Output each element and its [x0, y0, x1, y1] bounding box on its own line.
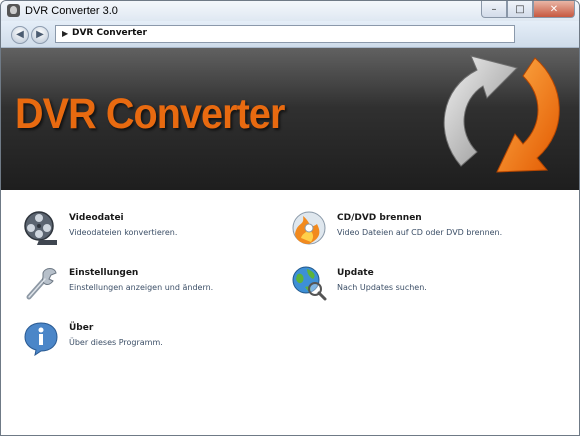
banner-title: DVR Converter: [15, 90, 285, 138]
navigation-bar: ◀ ▶ ▶ DVR Converter: [1, 21, 579, 48]
forward-button[interactable]: ▶: [31, 26, 49, 44]
burn-disc-icon: [292, 211, 326, 245]
minimize-button[interactable]: –: [481, 1, 507, 18]
app-icon: [7, 4, 20, 17]
window-controls: – □ ✕: [481, 1, 575, 18]
menu-item-videodatei[interactable]: Videodatei Videodateien konvertieren.: [23, 210, 273, 250]
convert-arrows-logo-icon: [443, 55, 560, 173]
menu-item-title: Über: [69, 323, 94, 333]
menu-item-description: Nach Updates suchen.: [337, 283, 427, 292]
menu-item-einstellungen[interactable]: Einstellungen Einstellungen anzeigen und…: [23, 265, 273, 305]
globe-search-icon: [292, 266, 327, 301]
app-window: DVR Converter 3.0 – □ ✕ ◀ ▶ ▶ DVR Conver…: [0, 0, 580, 436]
title-bar: DVR Converter 3.0 – □ ✕: [1, 1, 579, 21]
menu-item-title: Einstellungen: [69, 268, 139, 278]
menu-item-title: Videodatei: [69, 213, 124, 223]
menu-item-description: Über dieses Programm.: [69, 338, 163, 347]
menu-item-title: Update: [337, 268, 374, 278]
maximize-button[interactable]: □: [507, 1, 533, 18]
breadcrumb-arrow-icon: ▶: [62, 29, 69, 38]
breadcrumb-label[interactable]: DVR Converter: [72, 28, 147, 38]
header-banner: DVR Converter: [1, 48, 579, 190]
main-menu: Videodatei Videodateien konvertieren. CD…: [1, 190, 579, 435]
menu-item-description: Videodateien konvertieren.: [69, 228, 178, 237]
window-title: DVR Converter 3.0: [25, 5, 118, 17]
film-reel-icon: [24, 211, 57, 245]
wrench-icon: [26, 268, 57, 300]
menu-item-ueber[interactable]: Über Über dieses Programm.: [23, 320, 273, 360]
menu-item-update[interactable]: Update Nach Updates suchen.: [291, 265, 541, 305]
menu-item-title: CD/DVD brennen: [337, 213, 422, 223]
breadcrumb[interactable]: ▶ DVR Converter: [55, 25, 515, 43]
back-button[interactable]: ◀: [11, 26, 29, 44]
menu-item-cd-dvd-brennen[interactable]: CD/DVD brennen Video Dateien auf CD oder…: [291, 210, 541, 250]
menu-item-description: Video Dateien auf CD oder DVD brennen.: [337, 228, 503, 237]
menu-item-description: Einstellungen anzeigen und ändern.: [69, 283, 214, 292]
info-icon: [24, 322, 58, 356]
close-button[interactable]: ✕: [533, 1, 575, 18]
